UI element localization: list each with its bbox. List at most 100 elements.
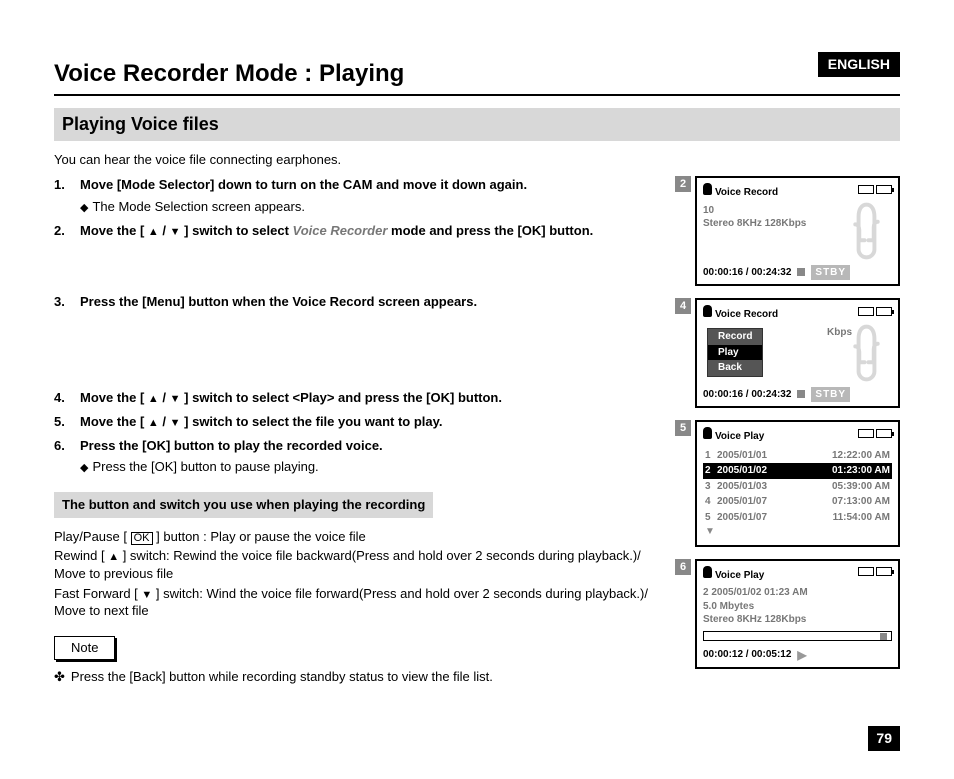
battery-icon bbox=[876, 429, 892, 438]
battery-icon bbox=[876, 307, 892, 316]
text-fragment: ] switch to select bbox=[181, 223, 293, 238]
file-row[interactable]: 22005/01/0201:23:00 AM bbox=[703, 463, 892, 479]
mic-icon bbox=[703, 305, 712, 317]
up-arrow-icon: ▲ bbox=[148, 226, 159, 238]
down-arrow-icon: ▼ bbox=[170, 393, 181, 405]
up-arrow-icon: ▲ bbox=[108, 551, 119, 563]
screen-body: Voice Record 10 Stereo 8KHz 128Kbps 00:0… bbox=[695, 176, 900, 286]
down-arrow-icon: ▼ bbox=[170, 417, 181, 429]
file-date: 2005/01/07 bbox=[717, 511, 833, 525]
file-date: 2005/01/03 bbox=[717, 480, 832, 494]
step-1: 1. Move [Mode Selector] down to turn on … bbox=[54, 176, 655, 215]
audio-format: Stereo 8KHz 128Kbps bbox=[703, 613, 892, 627]
battery-icon bbox=[876, 185, 892, 194]
intro-text: You can hear the voice file connecting e… bbox=[54, 151, 900, 169]
file-row[interactable]: 42005/01/0707:13:00 AM bbox=[703, 494, 892, 510]
menu-item-record[interactable]: Record bbox=[708, 329, 762, 345]
card-icon bbox=[858, 567, 874, 576]
file-row[interactable]: 32005/01/0305:39:00 AM bbox=[703, 479, 892, 495]
file-idx: 1 bbox=[705, 449, 717, 463]
text-fragment: ] button : Play or pause the voice file bbox=[156, 529, 366, 544]
file-idx: 4 bbox=[705, 495, 717, 509]
card-icon bbox=[858, 429, 874, 438]
text-fragment: Play/Pause [ bbox=[54, 529, 127, 544]
title-rule bbox=[54, 94, 900, 96]
screen-5: 5 Voice Play 12005/01/0112:22:00 AM 2200… bbox=[675, 420, 900, 547]
step-sub-content: The Mode Selection screen appears. bbox=[92, 199, 304, 214]
screen-title: Voice Play bbox=[715, 570, 764, 581]
file-idx: 2 bbox=[705, 464, 717, 478]
step-number: 6. bbox=[54, 437, 80, 476]
step-subtext: ◆Press the [OK] button to pause playing. bbox=[80, 458, 655, 476]
note-content: Press the [Back] button while recording … bbox=[71, 669, 493, 684]
stop-icon bbox=[797, 390, 805, 398]
file-row[interactable]: 12005/01/0112:22:00 AM bbox=[703, 448, 892, 464]
text-fragment: Move the [ bbox=[80, 223, 148, 238]
text-fragment: Rewind [ bbox=[54, 548, 108, 563]
status-icons bbox=[856, 307, 892, 321]
file-idx: 3 bbox=[705, 480, 717, 494]
step-number: 5. bbox=[54, 413, 80, 431]
screen-tag: 4 bbox=[675, 298, 691, 314]
down-arrow-icon: ▼ bbox=[141, 589, 152, 601]
step-number: 1. bbox=[54, 176, 80, 215]
status-badge: STBY bbox=[811, 387, 850, 403]
file-date: 2005/01/01 bbox=[717, 449, 832, 463]
controls-subheading: The button and switch you use when playi… bbox=[54, 492, 433, 518]
screen-body: Voice Record Kbps Record Play Back 00:00… bbox=[695, 298, 900, 408]
section-subtitle: Playing Voice files bbox=[54, 108, 900, 140]
scroll-down-arrow-icon: ▼ bbox=[705, 525, 892, 539]
note-text: ✤Press the [Back] button while recording… bbox=[54, 668, 655, 686]
mic-icon bbox=[703, 183, 712, 195]
step-3: 3. Press the [Menu] button when the Voic… bbox=[54, 293, 655, 311]
step-number: 2. bbox=[54, 222, 80, 240]
step-text: Press the [Menu] button when the Voice R… bbox=[80, 293, 655, 311]
menu-item-play[interactable]: Play bbox=[708, 345, 762, 361]
card-icon bbox=[858, 307, 874, 316]
screen-tag: 6 bbox=[675, 559, 691, 575]
page-title: Voice Recorder Mode : Playing bbox=[54, 58, 900, 90]
step-text: Move the [ ▲ / ▼ ] switch to select the … bbox=[80, 413, 655, 431]
note-label-box: Note bbox=[54, 636, 115, 660]
stop-icon bbox=[880, 633, 887, 640]
screen-title: Voice Play bbox=[715, 431, 764, 442]
screen-body: Voice Play 2 2005/01/02 01:23 AM 5.0 Mby… bbox=[695, 559, 900, 669]
step-5: 5. Move the [ ▲ / ▼ ] switch to select t… bbox=[54, 413, 655, 431]
step-2: 2. Move the [ ▲ / ▼ ] switch to select V… bbox=[54, 222, 655, 240]
menu-item-back[interactable]: Back bbox=[708, 360, 762, 376]
file-size: 5.0 Mbytes bbox=[703, 600, 892, 614]
screen-2: 2 Voice Record 10 Stereo 8KHz 128Kbps 00… bbox=[675, 176, 900, 286]
control-play-pause: Play/Pause [ OK ] button : Play or pause… bbox=[54, 528, 655, 546]
screen-tag: 2 bbox=[675, 176, 691, 192]
step-number: 3. bbox=[54, 293, 80, 311]
up-arrow-icon: ▲ bbox=[148, 417, 159, 429]
status-icons bbox=[856, 567, 892, 581]
play-arrow-icon: ▶ bbox=[797, 647, 806, 663]
file-time: 11:54:00 AM bbox=[833, 511, 890, 525]
screens-column: 2 Voice Record 10 Stereo 8KHz 128Kbps 00… bbox=[675, 176, 900, 685]
file-date: 2005/01/02 bbox=[717, 464, 832, 478]
status-icons bbox=[856, 429, 892, 443]
screen-body: Voice Play 12005/01/0112:22:00 AM 22005/… bbox=[695, 420, 900, 547]
cactus-watermark-icon bbox=[839, 198, 894, 264]
step-text: Press the [OK] button to play the record… bbox=[80, 437, 655, 455]
file-row[interactable]: 52005/01/0711:54:00 AM bbox=[703, 510, 892, 526]
file-date: 2005/01/07 bbox=[717, 495, 832, 509]
now-playing-file: 2 2005/01/02 01:23 AM bbox=[703, 586, 892, 600]
control-rewind: Rewind [ ▲ ] switch: Rewind the voice fi… bbox=[54, 547, 655, 582]
text-fragment: Move the [ bbox=[80, 414, 148, 429]
down-arrow-icon: ▼ bbox=[170, 226, 181, 238]
control-fast-forward: Fast Forward [ ▼ ] switch: Wind the voic… bbox=[54, 585, 655, 620]
file-idx: 5 bbox=[705, 511, 717, 525]
file-time: 05:39:00 AM bbox=[832, 480, 890, 494]
status-icons bbox=[856, 185, 892, 199]
card-icon bbox=[858, 185, 874, 194]
page-number: 79 bbox=[868, 726, 900, 751]
cactus-watermark-icon bbox=[839, 320, 894, 386]
text-fragment: mode and press the [OK] button. bbox=[387, 223, 593, 238]
time-counter: 00:00:12 / 00:05:12 bbox=[703, 648, 791, 662]
battery-icon bbox=[876, 567, 892, 576]
text-fragment: Fast Forward [ bbox=[54, 586, 141, 601]
step-number: 4. bbox=[54, 389, 80, 407]
step-4: 4. Move the [ ▲ / ▼ ] switch to select <… bbox=[54, 389, 655, 407]
